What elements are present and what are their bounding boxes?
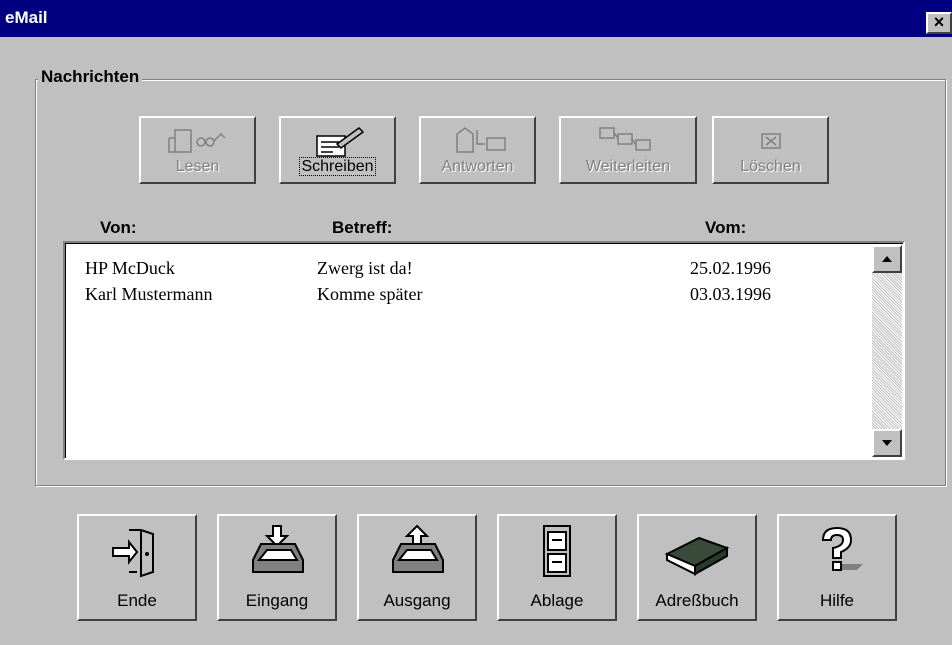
write-icon: [315, 127, 364, 157]
column-header-subject[interactable]: Betreff:: [332, 218, 392, 238]
address-book-label: Adreßbuch: [655, 591, 739, 610]
exit-label: Ende: [117, 591, 157, 610]
window-title: eMail: [5, 8, 48, 27]
inbox-tray-icon: [252, 525, 304, 573]
message-date: 03.03.1996: [690, 284, 771, 304]
message-from: HP McDuck: [85, 258, 175, 278]
inbox-label: Eingang: [245, 591, 309, 610]
column-header-date[interactable]: Vom:: [705, 218, 746, 238]
message-row[interactable]: Karl Mustermann Komme später 03.03.1996: [65, 282, 865, 308]
exit-door-icon: [112, 529, 154, 578]
archive-button[interactable]: Ablage: [497, 514, 617, 621]
message-date: 25.02.1996: [690, 258, 771, 278]
exit-button[interactable]: Ende: [77, 514, 197, 621]
message-subject: Zwerg ist da!: [317, 258, 413, 278]
group-label: Nachrichten: [38, 67, 143, 87]
delete-label: Löschen: [740, 158, 801, 175]
archive-label: Ablage: [530, 591, 584, 610]
reply-label: Antworten: [441, 158, 514, 175]
help-icon: [821, 526, 863, 571]
arrow-up-icon: [882, 256, 892, 262]
close-button[interactable]: ×: [926, 12, 952, 34]
reply-icon: [455, 127, 506, 153]
file-cabinet-icon: [543, 525, 571, 577]
inbox-button[interactable]: Eingang: [217, 514, 337, 621]
write-label: Schreiben: [281, 157, 394, 176]
message-list[interactable]: HP McDuck Zwerg ist da! 25.02.1996 Karl …: [63, 241, 905, 460]
outbox-button[interactable]: Ausgang: [357, 514, 477, 621]
help-button[interactable]: Hilfe: [777, 514, 897, 621]
address-book-icon: [664, 536, 730, 576]
reply-button[interactable]: Antworten: [419, 116, 536, 184]
column-header-from[interactable]: Von:: [100, 218, 137, 238]
forward-button[interactable]: Weiterleiten: [559, 116, 697, 184]
forward-label: Weiterleiten: [585, 158, 671, 175]
delete-icon: [760, 133, 781, 149]
message-subject: Komme später: [317, 284, 423, 304]
vertical-scrollbar[interactable]: [872, 245, 902, 457]
delete-button[interactable]: Löschen: [712, 116, 829, 184]
scroll-up-button[interactable]: [872, 245, 902, 273]
read-icon: [167, 129, 226, 153]
message-row[interactable]: HP McDuck Zwerg ist da! 25.02.1996: [65, 256, 865, 282]
outbox-label: Ausgang: [383, 591, 451, 610]
write-button[interactable]: Schreiben: [279, 116, 396, 184]
title-bar: eMail ×: [0, 0, 952, 37]
outbox-tray-icon: [392, 524, 444, 573]
read-label: Lesen: [175, 158, 220, 175]
scroll-down-button[interactable]: [872, 429, 902, 457]
forward-icon: [599, 127, 651, 151]
arrow-down-icon: [882, 440, 892, 446]
write-label-text: Schreiben: [299, 157, 376, 176]
read-button[interactable]: Lesen: [139, 116, 256, 184]
help-label: Hilfe: [819, 591, 854, 610]
address-book-button[interactable]: Adreßbuch: [637, 514, 757, 621]
message-from: Karl Mustermann: [85, 284, 213, 304]
